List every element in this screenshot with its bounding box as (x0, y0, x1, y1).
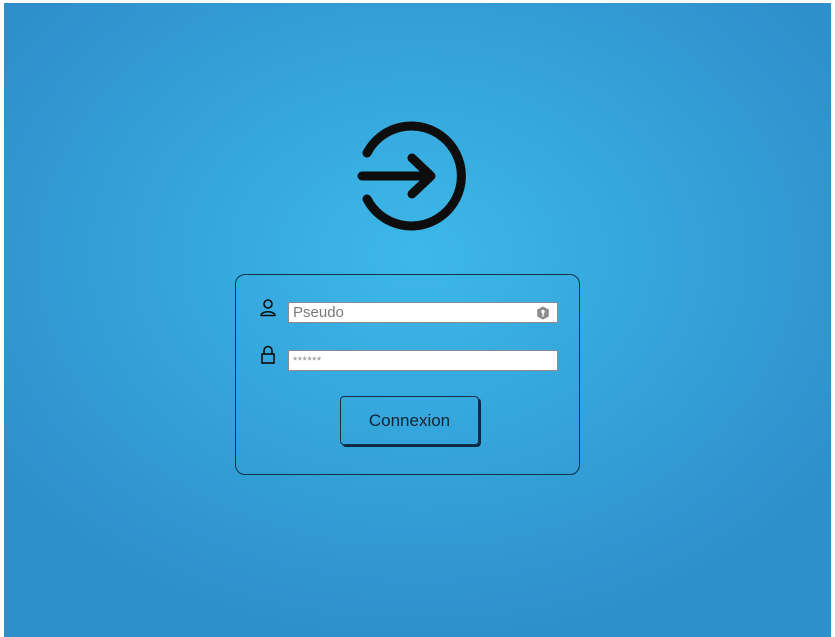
login-form: Connexion (235, 274, 580, 475)
user-icon (260, 299, 276, 317)
password-input[interactable] (288, 350, 558, 371)
key-badge-icon[interactable] (536, 306, 550, 320)
login-page: Connexion (4, 3, 831, 637)
lock-icon (261, 345, 275, 364)
sign-in-icon (357, 121, 466, 231)
connexion-button[interactable]: Connexion (340, 396, 479, 445)
pseudo-input[interactable] (288, 302, 558, 323)
